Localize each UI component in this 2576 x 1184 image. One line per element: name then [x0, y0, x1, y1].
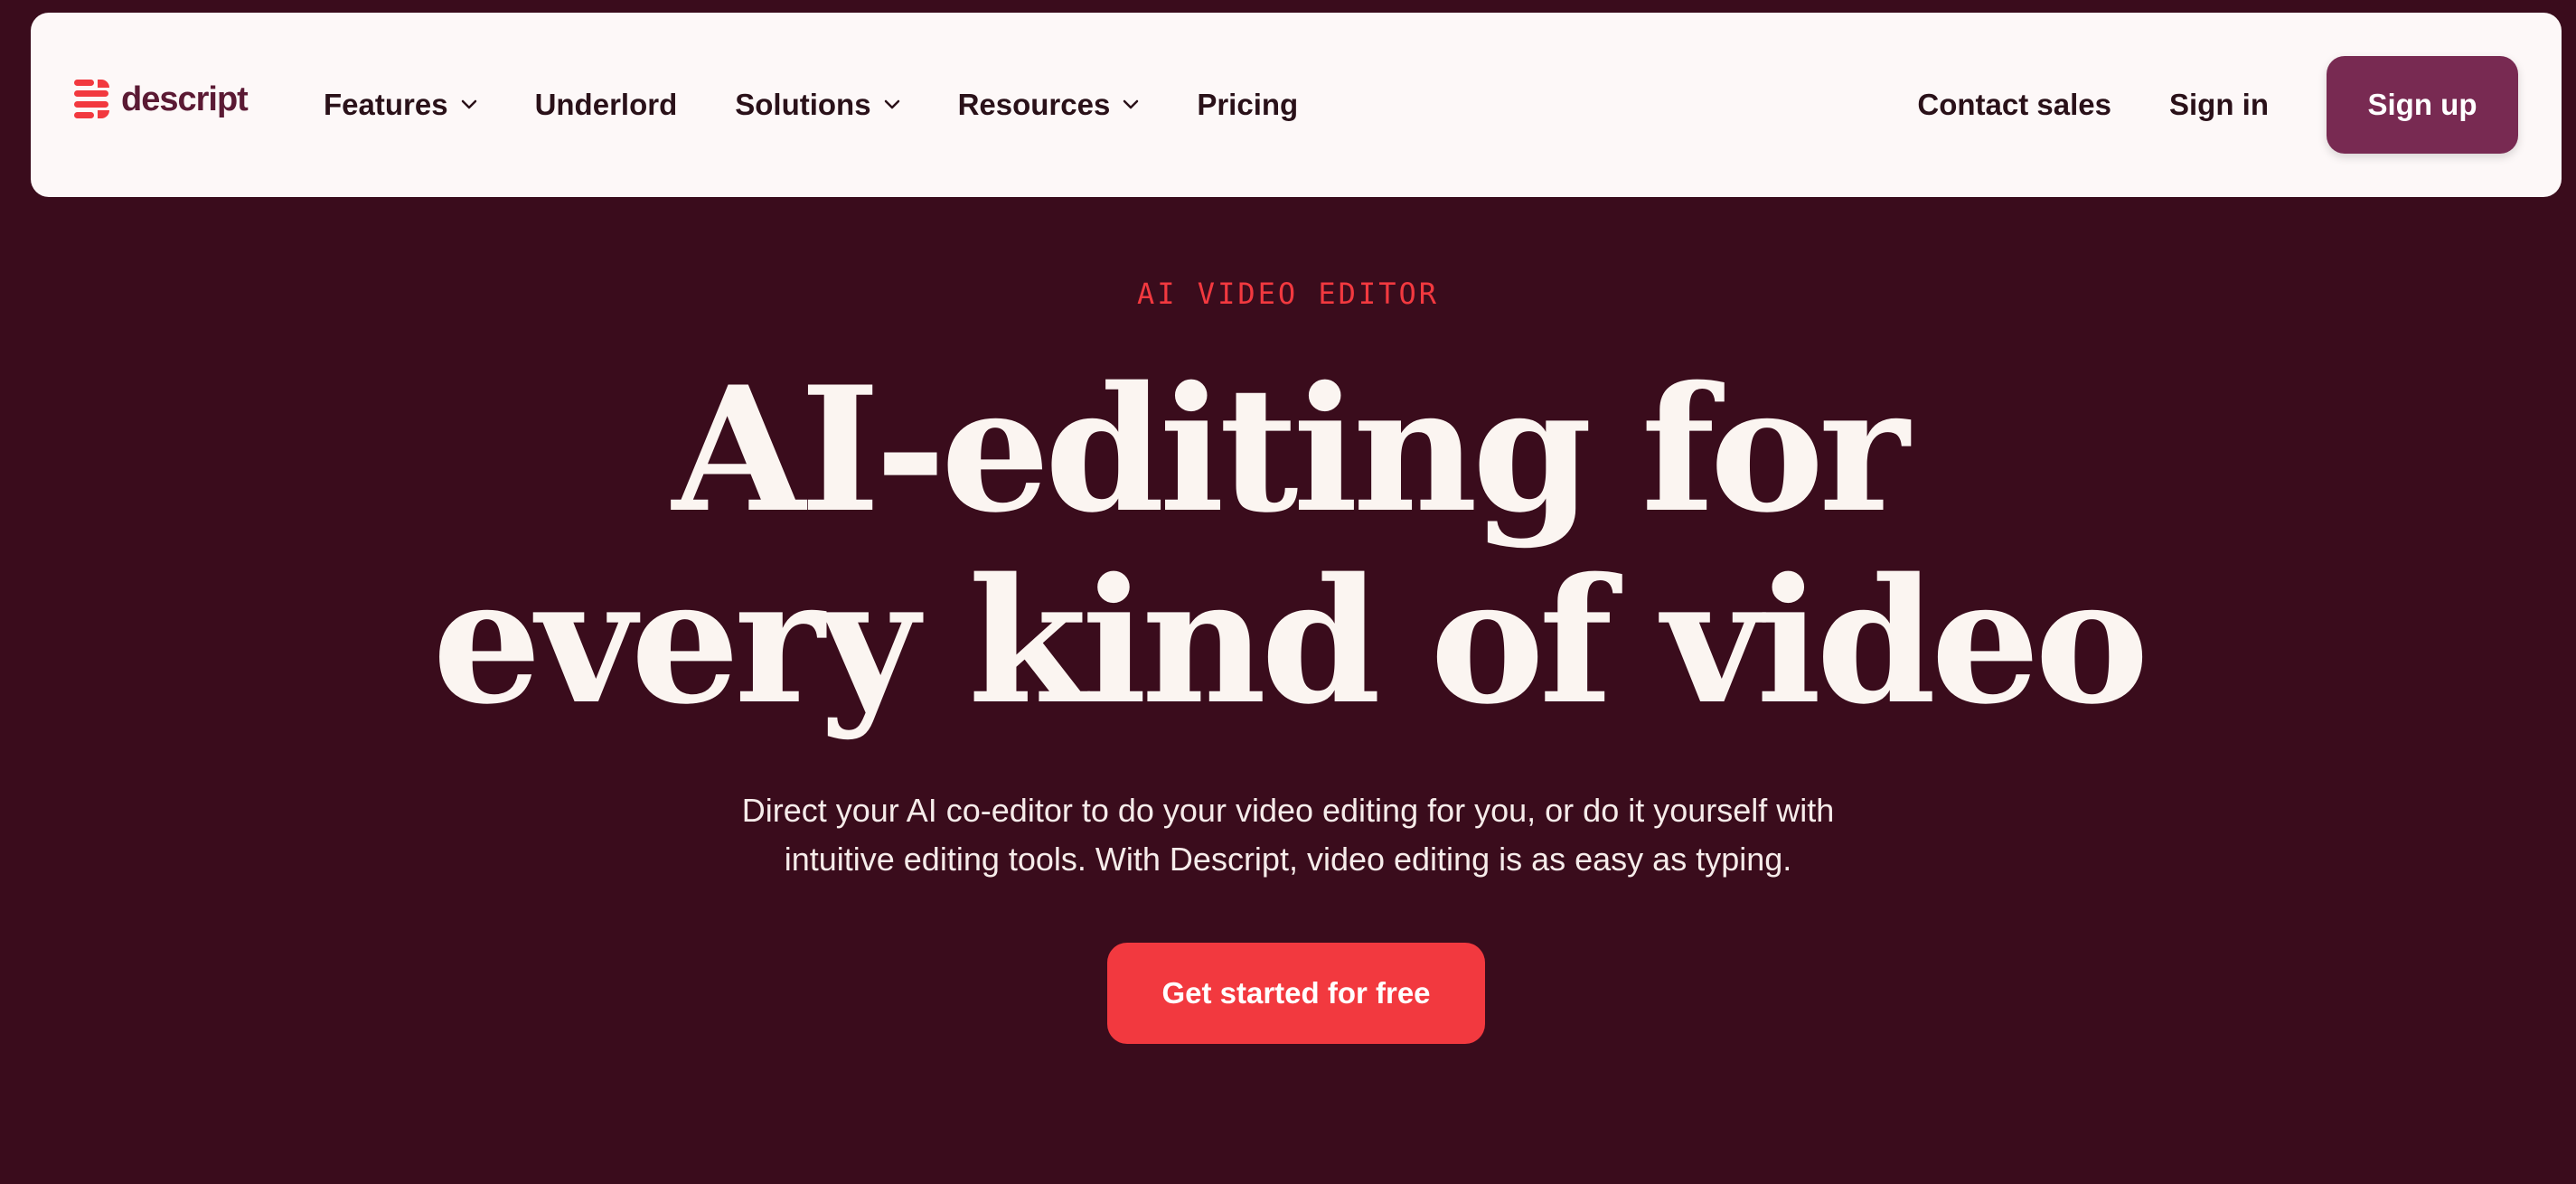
chevron-down-icon [1123, 99, 1139, 109]
headline-line-2: every kind of video [432, 540, 2148, 742]
nav-item-pricing[interactable]: Pricing [1197, 88, 1298, 122]
nav-item-label: Resources [957, 88, 1111, 121]
headline-line-1: AI-editing for [672, 349, 1910, 550]
nav-item-label: Pricing [1197, 88, 1299, 121]
hero-subheading: Direct your AI co-editor to do your vide… [655, 786, 1921, 884]
sign-in-link[interactable]: Sign in [2169, 88, 2269, 122]
subheading-line-1: Direct your AI co-editor to do your vide… [741, 792, 1835, 829]
nav-item-solutions[interactable]: Solutions [735, 88, 899, 122]
nav-item-underlord[interactable]: Underlord [535, 88, 678, 122]
nav-item-resources[interactable]: Resources [958, 88, 1140, 122]
subheading-line-2: intuitive editing tools. With Descript, … [784, 841, 1792, 878]
hero-eyebrow: AI VIDEO EDITOR [1137, 277, 1439, 311]
top-navigation-bar: descript Features Underlord Solutions Re… [31, 13, 2562, 197]
sign-up-button[interactable]: Sign up [2327, 56, 2518, 154]
nav-item-features[interactable]: Features [324, 88, 477, 122]
main-menu: Features Underlord Solutions Resources P… [324, 13, 1356, 197]
hero-headline: AI-editing for every kind of video [0, 354, 2576, 738]
chevron-down-icon [461, 99, 476, 109]
descript-logo-icon [74, 80, 109, 118]
nav-item-label: Solutions [735, 88, 871, 121]
chevron-down-icon [884, 99, 899, 109]
get-started-button[interactable]: Get started for free [1107, 943, 1485, 1044]
account-actions: Contact sales Sign in Sign up [1917, 13, 2518, 197]
nav-item-label: Underlord [534, 88, 678, 121]
descript-logo-link[interactable]: descript [72, 78, 249, 121]
nav-item-label: Features [324, 88, 448, 121]
contact-sales-link[interactable]: Contact sales [1917, 88, 2111, 122]
brand-name: descript [121, 80, 249, 118]
